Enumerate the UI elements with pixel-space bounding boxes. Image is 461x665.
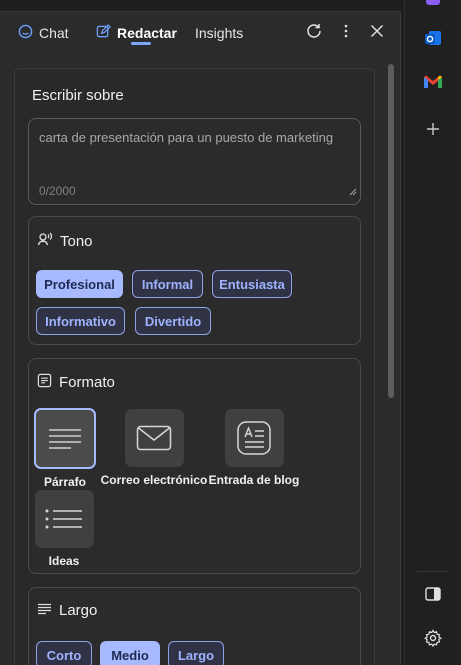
- tab-redactar[interactable]: Redactar: [96, 23, 177, 43]
- tone-chip-entusiasta[interactable]: Entusiasta: [212, 270, 292, 298]
- resize-grip-icon[interactable]: [349, 183, 357, 201]
- app-icon: [424, 0, 442, 12]
- close-icon: [370, 24, 384, 43]
- length-chip-corto[interactable]: Corto: [36, 641, 92, 665]
- copilot-pane: Chat Redactar Insights Escribir sobre ca…: [0, 11, 401, 665]
- outlook-icon: [423, 28, 443, 53]
- tab-chat[interactable]: Chat: [18, 23, 69, 43]
- tone-icon: [37, 231, 53, 251]
- format-option-correo[interactable]: Correo electrónico: [99, 409, 209, 487]
- chat-icon: [18, 24, 33, 42]
- format-option-label: Entrada de blog: [208, 473, 300, 487]
- format-option-label: Párrafo: [43, 475, 87, 489]
- tone-heading: Tono: [37, 231, 93, 251]
- edge-sidebar: [404, 0, 461, 665]
- sidebar-app-top[interactable]: [419, 0, 447, 14]
- length-chip-medio[interactable]: Medio: [100, 641, 160, 665]
- format-option-blog[interactable]: Entrada de blog: [199, 409, 309, 487]
- format-card: Formato Párrafo Correo electrónico Entra…: [28, 358, 361, 574]
- mail-icon: [124, 409, 184, 467]
- sidebar-toggle-panel-button[interactable]: [419, 582, 447, 610]
- more-options-button[interactable]: [335, 22, 357, 44]
- tone-chip-informativo[interactable]: Informativo: [36, 307, 125, 335]
- format-option-ideas[interactable]: Ideas: [15, 490, 119, 568]
- format-title: Formato: [59, 374, 115, 391]
- tone-chip-informal[interactable]: Informal: [132, 270, 203, 298]
- length-title: Largo: [59, 602, 98, 619]
- plus-icon: [426, 122, 440, 141]
- close-button[interactable]: [366, 22, 388, 44]
- sidebar-add-button[interactable]: [419, 117, 447, 145]
- paragraph-icon: [34, 408, 96, 469]
- tab-insights-label: Insights: [195, 25, 244, 41]
- write-about-placeholder: carta de presentación para un puesto de …: [39, 130, 334, 145]
- refresh-button[interactable]: [303, 22, 325, 44]
- length-icon: [37, 602, 52, 619]
- bulleted-list-icon: [34, 490, 94, 548]
- tab-insights[interactable]: Insights: [195, 23, 243, 43]
- format-option-label: Correo electrónico: [100, 473, 208, 487]
- gear-icon: [424, 628, 442, 652]
- active-tab-indicator: [131, 42, 151, 45]
- sidebar-divider: [417, 571, 449, 572]
- sidebar-outlook[interactable]: [419, 26, 447, 54]
- tone-title: Tono: [60, 232, 93, 250]
- tab-chat-label: Chat: [39, 25, 69, 41]
- tone-chip-divertido[interactable]: Divertido: [135, 307, 211, 335]
- panel-toggle-icon: [425, 586, 441, 606]
- format-icon: [37, 373, 52, 392]
- refresh-icon: [305, 22, 323, 45]
- compose-icon: [96, 24, 111, 42]
- length-heading: Largo: [37, 602, 97, 619]
- char-counter: 0/2000: [39, 184, 76, 198]
- length-chip-largo[interactable]: Largo: [168, 641, 224, 665]
- compose-form: Escribir sobre carta de presentación par…: [14, 68, 375, 665]
- blog-post-icon: [224, 409, 284, 467]
- length-card: Largo Corto Medio Largo: [28, 587, 361, 665]
- tone-chip-profesional[interactable]: Profesional: [36, 270, 123, 298]
- tab-redactar-label: Redactar: [117, 25, 177, 41]
- pane-header: Chat Redactar Insights: [0, 12, 401, 54]
- write-about-input[interactable]: carta de presentación para un puesto de …: [28, 118, 361, 205]
- tone-card: Tono Profesional Informal Entusiasta Inf…: [28, 216, 361, 345]
- sidebar-gmail[interactable]: [419, 70, 447, 98]
- gmail-icon: [423, 74, 443, 95]
- write-about-label: Escribir sobre: [32, 87, 124, 104]
- format-heading: Formato: [37, 373, 115, 392]
- pane-scrollbar[interactable]: [388, 64, 394, 398]
- sidebar-settings-button[interactable]: [419, 626, 447, 654]
- format-option-label: Ideas: [48, 554, 80, 568]
- more-vertical-icon: [344, 24, 348, 43]
